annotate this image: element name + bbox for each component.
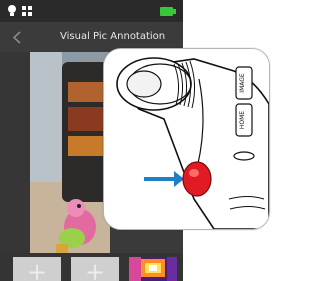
camera-illustration-card: IMAGE HOME [103, 48, 270, 230]
status-bar [0, 0, 183, 22]
thermal-image-thumbnail[interactable] [129, 257, 177, 281]
plus-icon: + [84, 258, 106, 281]
bulb-icon [8, 5, 16, 16]
page-title: Visual Pic Annotation [60, 31, 166, 42]
thermal-image-preview [129, 257, 177, 281]
image-button-label: IMAGE [239, 73, 246, 93]
plus-icon: + [26, 258, 48, 281]
add-photo-button[interactable]: + [13, 257, 61, 281]
trigger-button-highlight [182, 161, 212, 197]
battery-icon [160, 7, 176, 16]
home-button-label: HOME [239, 111, 246, 129]
camera-illustration: IMAGE HOME [104, 49, 269, 229]
grid-icon [22, 6, 32, 16]
chevron-left-icon[interactable] [12, 31, 22, 44]
thumbnail-strip: + + [0, 253, 183, 281]
add-photo-button[interactable]: + [71, 257, 119, 281]
